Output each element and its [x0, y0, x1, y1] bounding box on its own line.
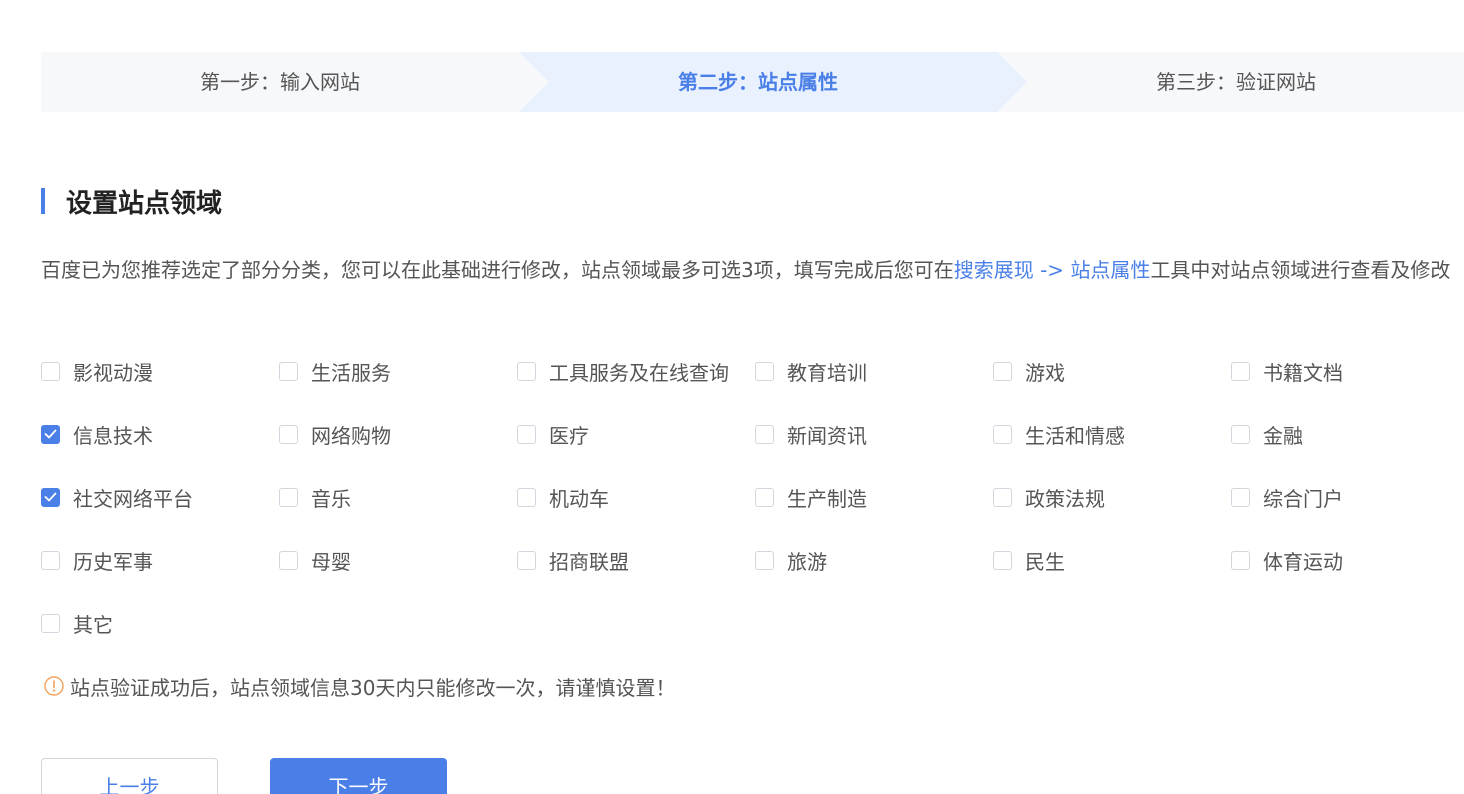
exclamation-circle-icon: [44, 676, 64, 696]
category-label: 母婴: [311, 549, 351, 574]
category-checkbox-item[interactable]: 历史军事: [41, 544, 153, 576]
category-label: 综合门户: [1263, 486, 1343, 511]
warning-notice: 站点验证成功后，站点领域信息30天内只能修改一次，请谨慎设置！: [44, 670, 675, 702]
checkbox-unchecked[interactable]: [517, 361, 536, 381]
checkbox-unchecked[interactable]: [41, 613, 60, 633]
category-label: 信息技术: [73, 423, 153, 448]
category-checkbox-item[interactable]: 其它: [41, 607, 113, 639]
category-label: 社交网络平台: [73, 486, 193, 511]
category-checkbox-item[interactable]: 金融: [1231, 418, 1303, 450]
category-label: 书籍文档: [1263, 360, 1343, 385]
checkbox-unchecked[interactable]: [41, 550, 60, 570]
category-checkbox-item[interactable]: 综合门户: [1231, 481, 1343, 513]
category-checkbox-item[interactable]: 母婴: [279, 544, 351, 576]
step-1-input-site: 第一步：输入网站: [200, 70, 360, 94]
description-text-before: 百度已为您推荐选定了部分分类，您可以在此基础进行修改，站点领域最多可选3项，填写…: [41, 258, 954, 282]
description-text-after: 工具中对站点领域进行查看及修改: [1150, 258, 1451, 282]
category-label: 金融: [1263, 423, 1303, 448]
checkbox-checked[interactable]: [41, 487, 60, 507]
checkbox-unchecked[interactable]: [755, 361, 774, 381]
search-display-link[interactable]: 搜索展现: [954, 258, 1034, 282]
category-label: 民生: [1025, 549, 1065, 574]
category-checkbox-item[interactable]: 信息技术: [41, 418, 153, 450]
category-checkbox-item[interactable]: 招商联盟: [517, 544, 629, 576]
section-title-text: 设置站点领域: [66, 188, 223, 219]
step-2-site-attributes: 第二步：站点属性: [678, 70, 838, 94]
category-label: 生活和情感: [1025, 423, 1125, 448]
checkbox-unchecked[interactable]: [993, 424, 1012, 444]
category-checkbox-item[interactable]: 教育培训: [755, 355, 867, 387]
checkbox-unchecked[interactable]: [1231, 550, 1250, 570]
category-checkbox-item[interactable]: 生活和情感: [993, 418, 1125, 450]
category-checkbox-item[interactable]: 政策法规: [993, 481, 1105, 513]
category-label: 体育运动: [1263, 549, 1343, 574]
checkbox-unchecked[interactable]: [279, 487, 298, 507]
section-description: 百度已为您推荐选定了部分分类，您可以在此基础进行修改，站点领域最多可选3项，填写…: [41, 250, 1464, 290]
category-checkbox-item[interactable]: 影视动漫: [41, 355, 153, 387]
checkbox-unchecked[interactable]: [41, 361, 60, 381]
checkmark-icon: [44, 429, 57, 439]
category-checkbox-item[interactable]: 医疗: [517, 418, 589, 450]
category-checkbox-item[interactable]: 社交网络平台: [41, 481, 193, 513]
step-progress-bar: 第一步：输入网站 第二步：站点属性 第三步：验证网站: [41, 52, 1464, 112]
checkbox-unchecked[interactable]: [279, 550, 298, 570]
checkbox-unchecked[interactable]: [755, 424, 774, 444]
category-checkbox-item[interactable]: 生活服务: [279, 355, 391, 387]
warning-text: 站点验证成功后，站点领域信息30天内只能修改一次，请谨慎设置！: [70, 675, 676, 700]
category-checkbox-item[interactable]: 工具服务及在线查询: [517, 355, 729, 387]
category-checkbox-item[interactable]: 生产制造: [755, 481, 867, 513]
checkmark-icon: [44, 492, 57, 502]
category-label: 历史军事: [73, 549, 153, 574]
category-label: 新闻资讯: [787, 423, 867, 448]
checkbox-unchecked[interactable]: [517, 424, 536, 444]
checkbox-unchecked[interactable]: [993, 361, 1012, 381]
category-label: 游戏: [1025, 360, 1065, 385]
checkbox-unchecked[interactable]: [517, 487, 536, 507]
category-checkbox-item[interactable]: 新闻资讯: [755, 418, 867, 450]
category-label: 教育培训: [787, 360, 867, 385]
category-checkbox-item[interactable]: 机动车: [517, 481, 609, 513]
category-label: 医疗: [549, 423, 589, 448]
category-checkbox-item[interactable]: 书籍文档: [1231, 355, 1343, 387]
checkbox-unchecked[interactable]: [993, 487, 1012, 507]
category-label: 工具服务及在线查询: [549, 360, 729, 385]
category-label: 机动车: [549, 486, 609, 511]
checkbox-unchecked[interactable]: [755, 487, 774, 507]
page: 第一步：输入网站 第二步：站点属性 第三步：验证网站 设置站点领域 百度已为您推…: [0, 0, 1464, 794]
category-checkbox-item[interactable]: 音乐: [279, 481, 351, 513]
step-3-verify-site: 第三步：验证网站: [1156, 70, 1316, 94]
category-label: 生活服务: [311, 360, 391, 385]
category-label: 政策法规: [1025, 486, 1105, 511]
section-title: 设置站点领域: [41, 184, 223, 219]
next-step-button[interactable]: 下一步: [270, 758, 447, 794]
category-checkbox-item[interactable]: 游戏: [993, 355, 1065, 387]
category-checkbox-item[interactable]: 网络购物: [279, 418, 391, 450]
category-label: 生产制造: [787, 486, 867, 511]
title-accent-bar: [41, 188, 45, 214]
link-arrow: ->: [1033, 258, 1071, 282]
category-label: 其它: [73, 612, 113, 637]
category-label: 招商联盟: [549, 549, 629, 574]
category-checkbox-item[interactable]: 旅游: [755, 544, 827, 576]
checkbox-unchecked[interactable]: [279, 361, 298, 381]
category-label: 网络购物: [311, 423, 391, 448]
checkbox-unchecked[interactable]: [1231, 487, 1250, 507]
category-checkbox-item[interactable]: 民生: [993, 544, 1065, 576]
category-label: 音乐: [311, 486, 351, 511]
checkbox-unchecked[interactable]: [993, 550, 1012, 570]
checkbox-unchecked[interactable]: [1231, 424, 1250, 444]
category-checkbox-item[interactable]: 体育运动: [1231, 544, 1343, 576]
checkbox-unchecked[interactable]: [517, 550, 536, 570]
site-attributes-link[interactable]: 站点属性: [1070, 258, 1150, 282]
checkbox-unchecked[interactable]: [755, 550, 774, 570]
category-label: 旅游: [787, 549, 827, 574]
category-label: 影视动漫: [73, 360, 153, 385]
previous-step-button[interactable]: 上一步: [41, 758, 218, 794]
checkbox-unchecked[interactable]: [279, 424, 298, 444]
checkbox-unchecked[interactable]: [1231, 361, 1250, 381]
checkbox-checked[interactable]: [41, 424, 60, 444]
